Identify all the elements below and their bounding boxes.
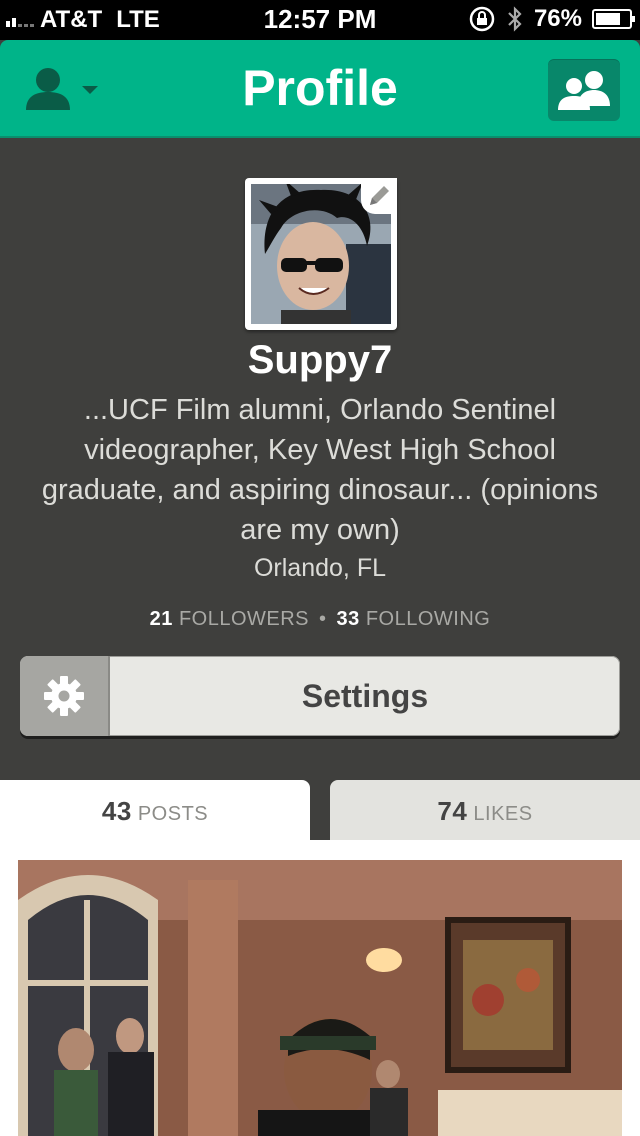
profile-header: Suppy7 ...UCF Film alumni, Orlando Senti… <box>0 138 640 780</box>
pencil-icon <box>370 186 389 205</box>
profile-bio: ...UCF Film alumni, Orlando Sentinel vid… <box>41 394 599 546</box>
edit-avatar-button[interactable] <box>361 178 397 214</box>
followers-label: FOLLOWERS <box>178 608 310 630</box>
bluetooth-icon <box>508 6 522 32</box>
gear-icon <box>44 676 84 716</box>
likes-label: LIKES <box>473 803 533 825</box>
separator-dot: • <box>319 608 327 630</box>
likes-count: 74 <box>437 796 468 826</box>
find-friends-icon <box>558 71 610 110</box>
settings-gear-section <box>20 656 110 736</box>
battery-icon <box>592 9 635 29</box>
settings-label: Settings <box>301 678 429 714</box>
followers-link[interactable]: 21 FOLLOWERS <box>150 608 309 630</box>
status-right: 76% <box>468 4 635 34</box>
find-friends-button[interactable] <box>548 59 620 121</box>
following-link[interactable]: 33 FOLLOWING <box>337 608 491 630</box>
settings-button[interactable]: Settings <box>20 656 620 736</box>
username: Suppy7 <box>247 338 393 382</box>
page-title: Profile <box>242 60 398 116</box>
following-count: 33 <box>336 608 360 630</box>
follow-counts: 21 FOLLOWERS • 33 FOLLOWING <box>0 608 640 631</box>
tab-likes[interactable]: 74 LIKES <box>330 780 640 840</box>
battery-percent: 76% <box>533 5 582 32</box>
followers-count: 21 <box>149 608 173 630</box>
rotation-lock-icon <box>469 6 495 32</box>
posts-label: POSTS <box>137 803 209 825</box>
following-label: FOLLOWING <box>365 608 491 630</box>
post-image <box>18 860 622 1136</box>
profile-location: Orlando, FL <box>253 554 386 582</box>
avatar-frame <box>245 178 397 330</box>
posts-feed <box>0 840 640 1136</box>
post-video-thumbnail[interactable] <box>18 860 622 1136</box>
profile-tabs: 43 POSTS 74 LIKES <box>0 780 640 840</box>
navbar: Profile <box>0 40 640 138</box>
battery-fill <box>596 13 620 25</box>
tab-posts[interactable]: 43 POSTS <box>0 780 310 840</box>
posts-count: 43 <box>101 796 132 826</box>
status-bar: AT&T LTE 12:57 PM 76% <box>0 0 640 40</box>
